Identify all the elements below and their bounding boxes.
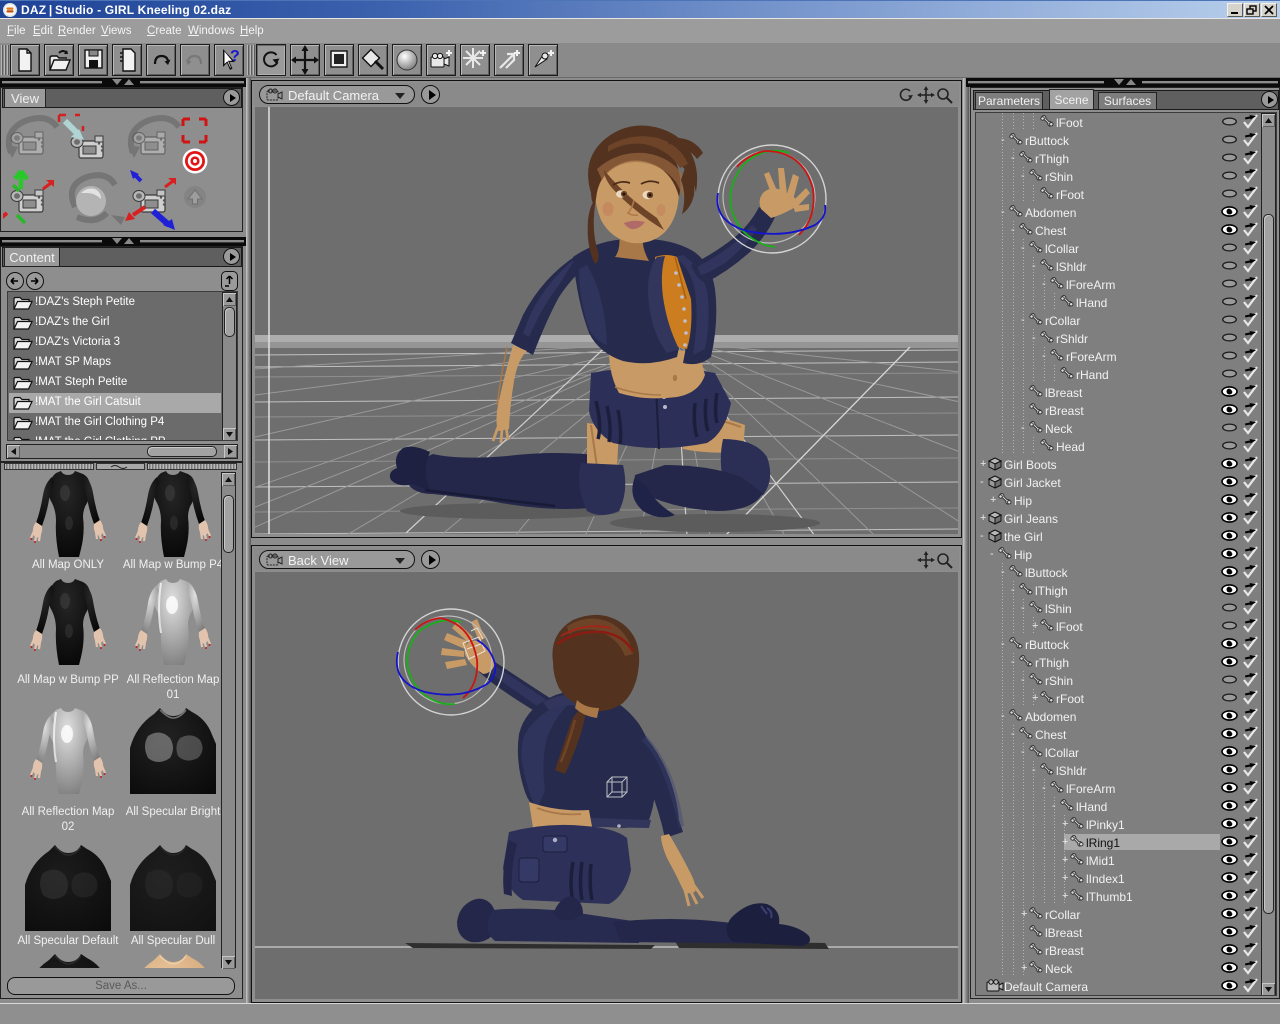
svg-text:?: ?: [230, 48, 240, 65]
